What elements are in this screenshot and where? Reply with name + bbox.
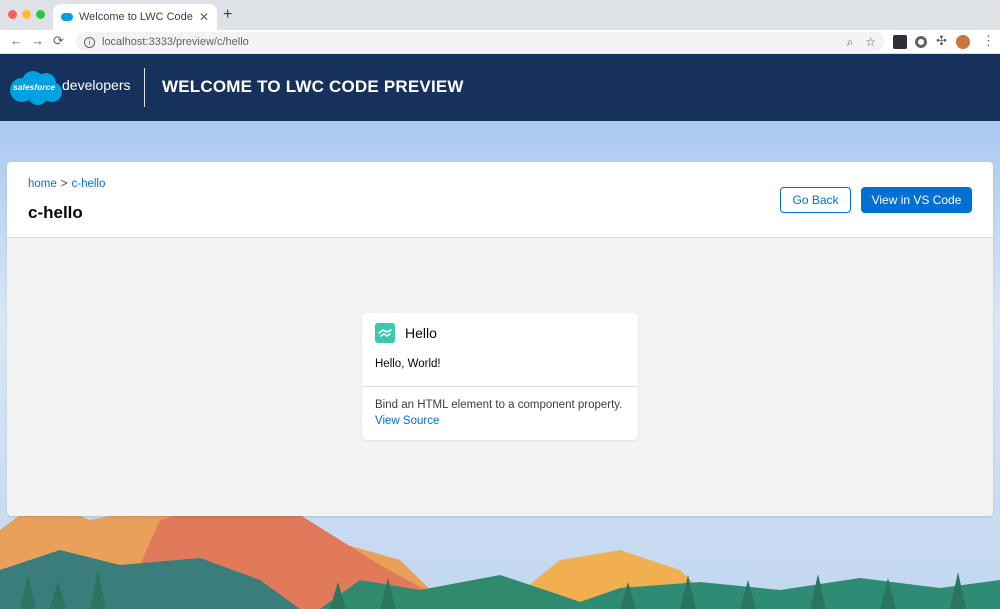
view-in-vscode-button[interactable]: View in VS Code [861, 187, 972, 213]
salesforce-favicon-icon [61, 13, 73, 21]
browser-toolbar: ← → ⟳ i localhost:3333/preview/c/hello ⌕… [0, 30, 1000, 54]
menu-dots-icon[interactable]: ⋮ [982, 33, 996, 48]
go-back-button[interactable]: Go Back [780, 187, 851, 213]
browser-tab[interactable]: Welcome to LWC Code Preview ✕ [53, 4, 217, 30]
breadcrumb-separator: > [60, 178, 68, 190]
salesforce-logo-text: salesforce [13, 82, 56, 92]
extension-circle-icon[interactable] [915, 36, 927, 48]
bookmark-star-icon[interactable]: ☆ [865, 35, 876, 49]
reload-button[interactable]: ⟳ [53, 33, 64, 49]
back-button[interactable]: ← [10, 33, 23, 49]
component-title: c-hello [28, 203, 83, 222]
breadcrumb-home-link[interactable]: home [28, 178, 57, 190]
handshake-icon [375, 323, 395, 343]
header-divider [144, 68, 145, 107]
extension-icon[interactable] [893, 35, 907, 49]
profile-avatar[interactable] [956, 35, 970, 49]
window-minimize-button[interactable] [22, 10, 31, 19]
breadcrumb: home > c-hello [28, 178, 105, 190]
forward-button[interactable]: → [31, 33, 44, 49]
card-divider [362, 386, 638, 387]
zoom-icon[interactable]: ⌕ [847, 35, 854, 50]
card-title: Hello [405, 325, 437, 341]
page-heading: Welcome to LWC Code Preview [162, 77, 464, 96]
window-close-button[interactable] [8, 10, 17, 19]
tab-close-icon[interactable]: ✕ [199, 10, 209, 24]
info-icon[interactable]: i [84, 36, 95, 48]
tab-title: Welcome to LWC Code Preview [79, 11, 195, 23]
address-bar[interactable]: i localhost:3333/preview/c/hello ⌕ ☆ [76, 32, 884, 52]
view-source-link[interactable]: View Source [375, 415, 439, 427]
new-tab-button[interactable]: + [223, 6, 232, 24]
window-maximize-button[interactable] [36, 10, 45, 19]
card-description: Bind an HTML element to a component prop… [375, 399, 623, 411]
hello-card: Hello Hello, World! Bind an HTML element… [362, 313, 638, 440]
extension-puzzle-icon[interactable]: ✣ [936, 33, 950, 48]
preview-panel: home > c-hello c-hello Go Back View in VS … [7, 162, 993, 516]
breadcrumb-current-link[interactable]: c-hello [72, 178, 106, 190]
browser-tab-strip: Welcome to LWC Code Preview ✕ + [0, 0, 1000, 30]
card-body-text: Hello, World! [375, 358, 441, 370]
panel-header: home > c-hello c-hello Go Back View in VS … [7, 162, 993, 238]
site-header: salesforce developers Welcome to LWC Cod… [0, 54, 1000, 121]
url-text[interactable]: localhost:3333/preview/c/hello [102, 36, 835, 48]
developers-logo-text: developers [62, 77, 131, 93]
